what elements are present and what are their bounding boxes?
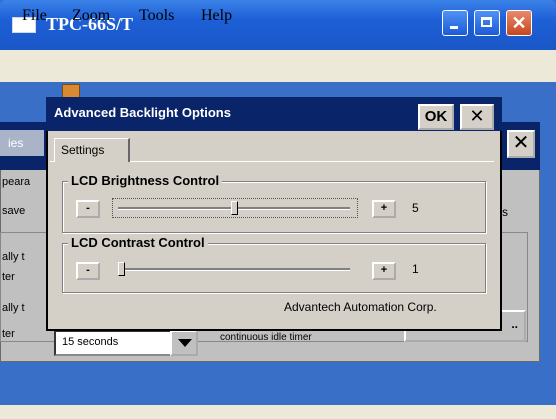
contrast-group-label: LCD Contrast Control xyxy=(68,235,208,250)
background-hint: continuous idle timer xyxy=(220,332,312,343)
contrast-increase-button[interactable]: + xyxy=(372,262,396,280)
contrast-decrease-button[interactable]: - xyxy=(76,262,100,280)
brightness-group-label: LCD Brightness Control xyxy=(68,173,223,188)
brightness-value: 5 xyxy=(412,201,419,215)
maximize-button[interactable] xyxy=(474,10,500,36)
menu-zoom[interactable]: Zoom xyxy=(72,7,110,25)
minimize-button[interactable] xyxy=(442,10,468,36)
contrast-slider-thumb[interactable] xyxy=(118,262,125,276)
menu-help[interactable]: Help xyxy=(201,7,232,25)
background-tab[interactable]: ies xyxy=(0,130,44,156)
chevron-down-icon[interactable] xyxy=(170,330,198,356)
close-icon: ✕ xyxy=(511,13,527,33)
window-close-button[interactable]: ✕ xyxy=(506,10,532,36)
background-close-button[interactable]: ✕ xyxy=(507,130,535,158)
menu-file[interactable]: File xyxy=(22,7,47,25)
ok-button[interactable]: OK xyxy=(418,104,454,130)
contrast-slider-track[interactable] xyxy=(118,268,350,271)
contrast-value: 1 xyxy=(412,262,419,276)
menu-tools[interactable]: Tools xyxy=(139,7,174,25)
brightness-decrease-button[interactable]: - xyxy=(76,200,100,218)
background-text: s xyxy=(502,205,508,219)
status-bar xyxy=(0,405,556,419)
menu-bar xyxy=(0,50,556,83)
brightness-increase-button[interactable]: + xyxy=(372,200,396,218)
background-text: save xyxy=(2,205,26,217)
background-text: peara xyxy=(2,176,31,188)
dialog-title: Advanced Backlight Options xyxy=(54,105,231,120)
brightness-slider-thumb[interactable] xyxy=(231,201,238,215)
dialog-close-button[interactable]: ✕ xyxy=(460,104,494,130)
tab-settings[interactable]: Settings xyxy=(54,138,130,162)
vendor-credit: Advantech Automation Corp. xyxy=(284,300,437,314)
